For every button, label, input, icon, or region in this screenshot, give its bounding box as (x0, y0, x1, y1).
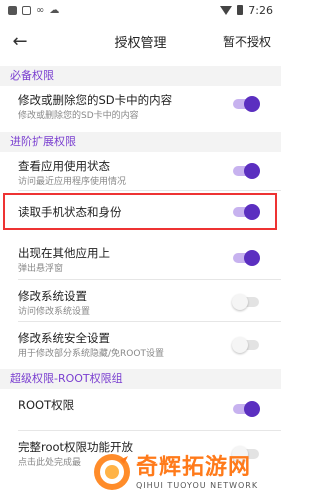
permission-subtitle: 用于修改部分系统隐藏/免ROOT设置 (18, 349, 164, 359)
permission-subtitle: 访问最近应用程序使用情况 (18, 177, 127, 187)
notification-icons: ∞ ☁ (8, 5, 59, 16)
permission-toggle-root[interactable] (233, 401, 260, 417)
square-notification-icon (22, 5, 31, 15)
permission-toggle-overlay[interactable] (233, 250, 260, 266)
permission-row-secure-settings[interactable]: 修改系统安全设置 用于修改部分系统隐藏/免ROOT设置 (0, 324, 281, 362)
status-time: 7:26 (248, 3, 273, 17)
divider (18, 190, 281, 191)
back-button[interactable]: ← (0, 20, 40, 62)
permission-title: 修改系统设置 (18, 289, 87, 303)
permission-subtitle: 点击此处完成最 (18, 458, 82, 468)
battery-icon (237, 5, 244, 15)
permission-title: 出现在其他应用上 (18, 246, 110, 260)
permission-toggle-secure-settings[interactable] (232, 337, 259, 353)
watermark: 奇辉拓游网 QIHUI TUOYOU NETWORK (92, 448, 277, 496)
section-header-required: 必备权限 (0, 66, 281, 86)
permission-subtitle: 弹出悬浮窗 (18, 264, 64, 274)
permission-title: 查看应用使用状态 (18, 159, 110, 173)
divider (18, 321, 281, 322)
section-header-root: 超级权限-ROOT权限组 (0, 369, 281, 389)
watermark-logo (92, 452, 132, 492)
app-notification-icon (8, 5, 17, 15)
permission-title: 修改系统安全设置 (18, 331, 110, 345)
section-header-advanced: 进阶扩展权限 (0, 132, 281, 152)
arrow-left-icon: ← (12, 30, 28, 52)
skip-authorization-button[interactable]: 暂不授权 (223, 33, 271, 50)
status-bar: ∞ ☁ 7:26 (0, 0, 281, 20)
permission-subtitle: 修改或删除您的SD卡中的内容 (18, 111, 139, 121)
permission-row-write-settings[interactable]: 修改系统设置 访问修改系统设置 (0, 282, 281, 320)
cloud-icon: ☁ (49, 4, 60, 16)
permission-toggle-usage-stats[interactable] (233, 163, 260, 179)
permission-row-usage-stats[interactable]: 查看应用使用状态 访问最近应用程序使用情况 (0, 152, 281, 190)
wifi-icon (220, 5, 233, 15)
permission-toggle-write-settings[interactable] (232, 294, 259, 310)
divider (18, 279, 281, 280)
permission-row-overlay[interactable]: 出现在其他应用上 弹出悬浮窗 (0, 240, 281, 278)
permission-toggle-sd-card[interactable] (233, 96, 260, 112)
permission-title: 修改或删除您的SD卡中的内容 (18, 93, 173, 107)
permission-title: ROOT权限 (18, 398, 75, 412)
divider (18, 430, 281, 431)
watermark-subtitle: QIHUI TUOYOU NETWORK (136, 480, 259, 490)
watermark-name: 奇辉拓游网 (136, 454, 252, 480)
toolbar: ← 授权管理 暂不授权 (0, 20, 281, 62)
highlight-box (3, 193, 277, 230)
infinity-icon: ∞ (36, 4, 45, 16)
permission-subtitle: 访问修改系统设置 (18, 307, 91, 317)
permission-row-sd-card[interactable]: 修改或删除您的SD卡中的内容 修改或删除您的SD卡中的内容 (0, 86, 281, 123)
permission-row-root[interactable]: ROOT权限 (0, 389, 281, 424)
